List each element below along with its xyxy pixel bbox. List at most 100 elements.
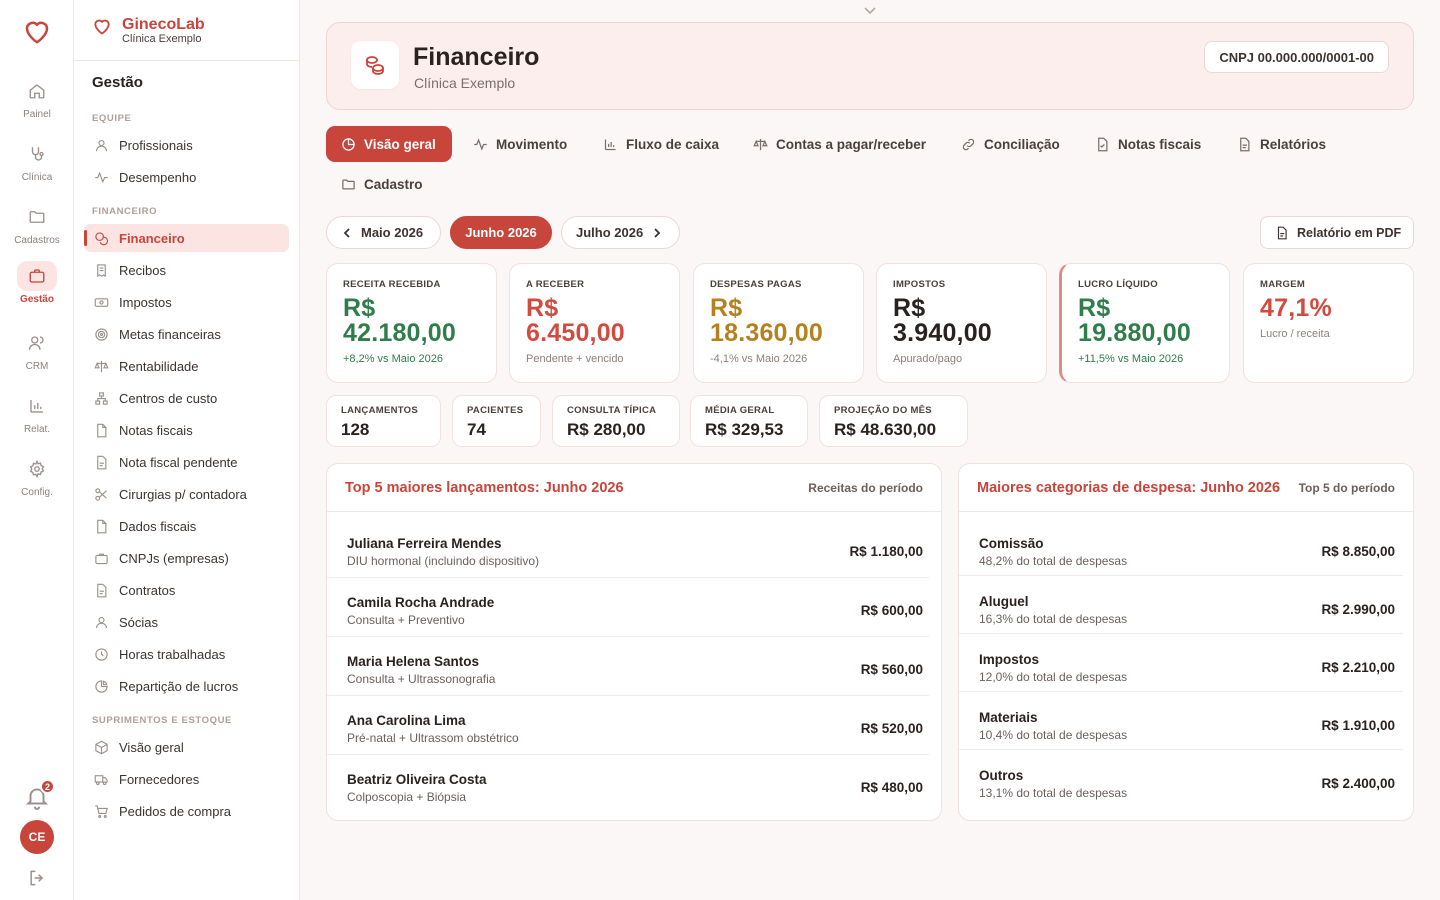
sidebar-item-nota-pendente[interactable]: Nota fiscal pendente: [84, 448, 289, 476]
list-item[interactable]: Outros 13,1% do total de despesas R$ 2.40…: [959, 756, 1413, 811]
list-item[interactable]: Materiais 10,4% do total de despesas R$ 1…: [959, 698, 1413, 753]
rail-item-config[interactable]: Config.: [0, 454, 74, 498]
sidebar-item-rentabilidade[interactable]: Rentabilidade: [84, 352, 289, 380]
users-icon: [17, 328, 57, 358]
file-text-icon: [94, 583, 109, 598]
sidebar-item-contratos[interactable]: Contratos: [84, 576, 289, 604]
pdf-report-button[interactable]: Relatório em PDF: [1260, 216, 1414, 249]
rail-item-clinica[interactable]: Clínica: [0, 139, 74, 183]
pdf-report-label: Relatório em PDF: [1297, 225, 1402, 240]
tab-cadastro[interactable]: Cadastro: [326, 166, 438, 202]
coins-icon: [351, 41, 399, 89]
stat-pacientes: PACIENTES 74: [452, 395, 541, 447]
list-item[interactable]: Ana Carolina Lima Pré-natal + Ultrassom o…: [327, 701, 941, 756]
tab-notas-fiscais[interactable]: Notas fiscais: [1080, 126, 1216, 162]
home-icon: [17, 76, 57, 106]
list-item[interactable]: Beatriz Oliveira Costa Colposcopia + Bióp…: [327, 760, 941, 815]
sidebar-item-desempenho[interactable]: Desempenho: [84, 163, 289, 191]
stat-label: LANÇAMENTOS: [341, 405, 419, 416]
row-value: R$ 480,00: [860, 780, 923, 795]
rail-item-gestao[interactable]: Gestão: [0, 261, 74, 305]
sidebar-item-metas[interactable]: Metas financeiras: [84, 320, 289, 348]
heart-logo-icon[interactable]: [22, 16, 52, 46]
chevron-left-icon: [341, 227, 353, 239]
next-month-button[interactable]: Julho 2026: [561, 216, 680, 249]
kpi-note: Lucro / receita: [1260, 328, 1330, 340]
sidebar-item-cirurgias[interactable]: Cirurgias p/ contadora: [84, 480, 289, 508]
rail-item-relatorios[interactable]: Relat.: [0, 391, 74, 435]
sidebar-item-socias[interactable]: Sócias: [84, 608, 289, 636]
sidebar-item-label: Financeiro: [119, 230, 185, 246]
kpi-currency: R$: [893, 294, 926, 322]
rail-item-cadastros[interactable]: Cadastros: [0, 202, 74, 246]
tab-contas[interactable]: Contas a pagar/receber: [738, 126, 941, 162]
list-item[interactable]: Maria Helena Santos Consulta + Ultrassono…: [327, 642, 941, 697]
stat-label: PACIENTES: [467, 405, 524, 416]
sidebar-item-notas-fiscais[interactable]: Notas fiscais: [84, 416, 289, 444]
sidebar-item-label: Recibos: [119, 262, 166, 278]
kpi-label: LUCRO LÍQUIDO: [1078, 279, 1158, 290]
stat-label: PROJEÇÃO DO MÊS: [834, 405, 932, 416]
kpi-currency: R$: [343, 294, 376, 322]
sidebar-item-visao-geral[interactable]: Visão geral: [84, 733, 289, 761]
sidebar-item-pedidos[interactable]: Pedidos de compra: [84, 797, 289, 825]
briefcase-icon: [17, 261, 57, 291]
list-item[interactable]: Aluguel 16,3% do total de despesas R$ 2.9…: [959, 582, 1413, 637]
sidebar-item-reparticao[interactable]: Repartição de lucros: [84, 672, 289, 700]
kpi-label: IMPOSTOS: [893, 279, 946, 290]
brand[interactable]: GinecoLab Clínica Exemplo: [92, 16, 205, 46]
kpi-note: +8,2% vs Maio 2026: [343, 353, 443, 365]
cnpj-badge[interactable]: CNPJ 00.000.000/0001-00: [1204, 41, 1389, 73]
current-month-button[interactable]: Junho 2026: [450, 216, 552, 249]
current-month-label: Junho 2026: [465, 225, 537, 240]
rail-item-painel[interactable]: Painel: [0, 76, 74, 120]
kpi-a-receber: A RECEBER R$ 6.450,00 Pendente + vencido: [509, 263, 680, 383]
tab-visao-geral[interactable]: Visão geral: [326, 126, 452, 162]
tab-label: Visão geral: [364, 136, 436, 152]
tab-movimento[interactable]: Movimento: [458, 126, 582, 162]
logout-icon[interactable]: [27, 868, 47, 888]
sidebar-item-horas[interactable]: Horas trabalhadas: [84, 640, 289, 668]
sidebar-item-label: Pedidos de compra: [119, 803, 232, 819]
avatar[interactable]: CE: [20, 820, 54, 854]
gear-icon: [17, 454, 57, 484]
sidebar-item-fornecedores[interactable]: Fornecedores: [84, 765, 289, 793]
sidebar-item-centros-custo[interactable]: Centros de custo: [84, 384, 289, 412]
kpi-value: R$ 19.880,00: [1078, 296, 1213, 346]
sidebar-item-label: Notas fiscais: [119, 422, 193, 438]
sidebar-item-label: Visão geral: [119, 739, 184, 755]
sidebar-item-cnpjs[interactable]: CNPJs (empresas): [84, 544, 289, 572]
rail-item-crm[interactable]: CRM: [0, 328, 74, 372]
row-name: Outros: [979, 767, 1024, 783]
tab-relatorios[interactable]: Relatórios: [1222, 126, 1341, 162]
row-value: R$ 1.180,00: [849, 544, 923, 559]
prev-month-button[interactable]: Maio 2026: [326, 216, 441, 249]
rail-label: Config.: [21, 487, 53, 498]
page-header: Financeiro Clínica Exemplo CNPJ 00.000.0…: [326, 22, 1414, 110]
stat-value: R$ 329,53: [705, 420, 784, 439]
sidebar-item-recibos[interactable]: Recibos: [84, 256, 289, 284]
list-item[interactable]: Impostos 12,0% do total de despesas R$ 2.…: [959, 640, 1413, 695]
sidebar-item-financeiro[interactable]: Financeiro: [84, 224, 289, 252]
chevron-down-icon[interactable]: [863, 5, 877, 15]
tab-conciliacao[interactable]: Conciliação: [946, 126, 1075, 162]
rail-label: Cadastros: [14, 235, 60, 246]
sidebar-item-label: Nota fiscal pendente: [119, 454, 238, 470]
folder-icon: [341, 177, 356, 192]
list-item[interactable]: Juliana Ferreira Mendes DIU hormonal (inc…: [327, 524, 941, 579]
scale-icon: [753, 137, 768, 152]
tab-fluxo-caixa[interactable]: Fluxo de caixa: [588, 126, 734, 162]
file-text-icon: [1237, 137, 1252, 152]
kpi-value: R$ 18.360,00: [710, 296, 847, 346]
row-divider: [327, 636, 929, 637]
sidebar-item-label: Desempenho: [119, 169, 197, 185]
sidebar-item-profissionais[interactable]: Profissionais: [84, 131, 289, 159]
kpi-currency: R$: [1078, 294, 1111, 322]
sidebar-item-impostos[interactable]: Impostos: [84, 288, 289, 316]
row-value: R$ 2.400,00: [1321, 776, 1395, 791]
row-divider: [327, 577, 929, 578]
list-item[interactable]: Camila Rocha Andrade Consulta + Preventiv…: [327, 583, 941, 638]
row-divider: [959, 749, 1403, 750]
list-item[interactable]: Comissão 48,2% do total de despesas R$ 8.…: [959, 524, 1413, 579]
sidebar-item-dados-fiscais[interactable]: Dados fiscais: [84, 512, 289, 540]
